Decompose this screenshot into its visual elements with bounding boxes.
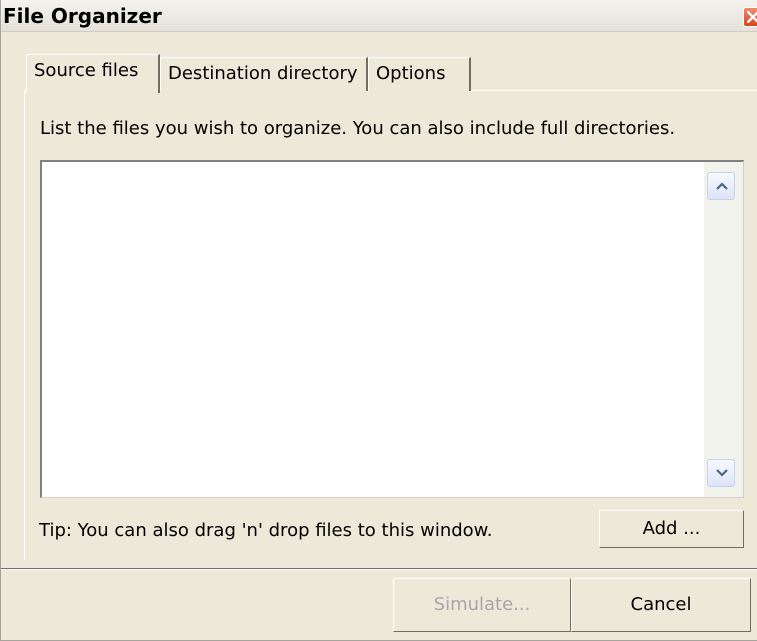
footer-divider [1,568,757,570]
scroll-down-button[interactable] [707,459,735,487]
scroll-up-button[interactable] [707,172,735,200]
close-button[interactable] [743,7,757,27]
tip-text: Tip: You can also drag 'n' drop files to… [39,520,493,541]
chevron-up-icon [716,182,728,190]
tab-source-files[interactable]: Source files [26,54,160,93]
file-organizer-window: File Organizer Source files Destination … [0,0,757,641]
tab-label: Destination directory [168,63,358,84]
source-files-list[interactable] [40,160,744,498]
vertical-scrollbar[interactable] [704,162,743,497]
chevron-down-icon [716,469,728,477]
cancel-button[interactable]: Cancel [571,578,751,632]
footer-bar: Simulate... Cancel [1,578,757,641]
add-button[interactable]: Add ... [599,510,744,548]
instructions-text: List the files you wish to organize. You… [40,118,676,139]
close-icon [747,11,757,23]
file-list-area[interactable] [42,162,705,497]
tab-destination-directory[interactable]: Destination directory [160,57,368,91]
window-title: File Organizer [3,4,162,28]
title-bar[interactable]: File Organizer [1,0,757,32]
simulate-button[interactable]: Simulate... [393,578,571,632]
tab-label: Options [376,63,446,84]
tab-options[interactable]: Options [368,57,471,91]
tab-label: Source files [34,60,139,81]
